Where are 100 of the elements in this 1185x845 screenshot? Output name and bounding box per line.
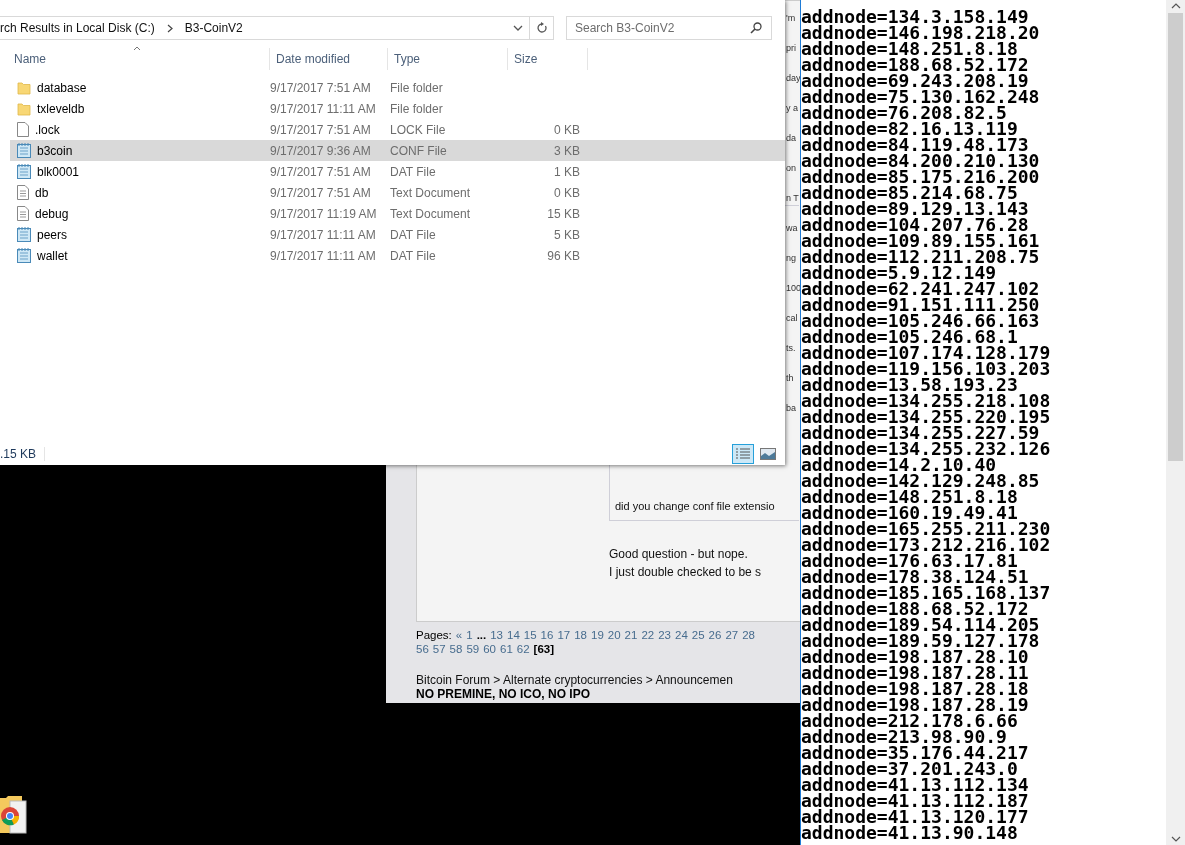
- date-cell-text: 9/17/2017 7:51 AM: [270, 122, 372, 137]
- notepad-file-icon: [17, 227, 31, 242]
- reply-text: Good question - but nope.: [609, 546, 749, 563]
- image-icon: [760, 448, 776, 460]
- text-line: addnode=91.151.111.250: [801, 297, 1040, 313]
- page-link[interactable]: 1: [466, 628, 473, 642]
- text-line: addnode=173.212.216.102: [801, 537, 1051, 553]
- text-line: addnode=84.200.210.130: [801, 153, 1040, 169]
- size-cell: 15 KB: [547, 206, 580, 221]
- file-name: database: [37, 80, 87, 95]
- file-row[interactable]: wallet 9/17/2017 11:11 AM DAT File 96 KB: [10, 245, 785, 266]
- text-line: addnode=134.255.218.108: [801, 393, 1051, 409]
- page-link[interactable]: 19: [591, 628, 604, 642]
- forum-breadcrumb[interactable]: Bitcoin Forum > Alternate cryptocurrencies > Announcemen: [416, 673, 733, 687]
- file-row[interactable]: b3coin 9/17/2017 9:36 AM CONF File 3 KB: [10, 140, 785, 161]
- page-link[interactable]: 14: [507, 628, 520, 642]
- column-header[interactable]: Date modified: [270, 48, 388, 70]
- text-line: addnode=142.129.248.85: [801, 473, 1040, 489]
- page-link[interactable]: 60: [483, 642, 496, 656]
- file-row[interactable]: db 9/17/2017 7:51 AM Text Document 0 KB: [10, 182, 785, 203]
- file-row[interactable]: blk0001 9/17/2017 7:51 AM DAT File 1 KB: [10, 161, 785, 182]
- text-line: addnode=146.198.218.20: [801, 25, 1040, 41]
- page-link[interactable]: 13: [490, 628, 503, 642]
- scrollbar[interactable]: [1166, 0, 1185, 845]
- page-ellipsis: ...: [476, 628, 487, 642]
- page-link[interactable]: 20: [607, 628, 621, 642]
- text-line: addnode=14.2.10.40: [801, 457, 997, 473]
- file-name: peers: [37, 227, 68, 242]
- text-line: addnode=160.19.49.41: [801, 505, 1018, 521]
- file-name: debug: [35, 206, 69, 221]
- scroll-down-icon[interactable]: [1170, 836, 1181, 842]
- notepad-file-icon: [17, 143, 31, 158]
- text-line: addnode=13.58.193.23: [801, 377, 1018, 393]
- text-file-icon: [17, 185, 29, 200]
- page-link[interactable]: 27: [725, 628, 739, 642]
- file-row[interactable]: peers 9/17/2017 11:11 AM DAT File 5 KB: [10, 224, 785, 245]
- text-line: addnode=148.251.8.18: [801, 41, 1018, 57]
- page-link[interactable]: 21: [624, 628, 638, 642]
- text-line: addnode=213.98.90.9: [801, 729, 1007, 745]
- size-cell: 0 KB: [554, 185, 580, 200]
- text-line: addnode=105.246.68.1: [801, 329, 1018, 345]
- column-header[interactable]: Type: [388, 48, 508, 70]
- text-line: addnode=89.129.13.143: [801, 201, 1029, 217]
- breadcrumb-item[interactable]: rch Results in Local Disk (C:): [0, 21, 155, 35]
- page-link[interactable]: 23: [658, 628, 671, 642]
- text-line: addnode=212.178.6.66: [801, 713, 1018, 729]
- text-line: addnode=104.207.76.28: [801, 217, 1029, 233]
- text-line: addnode=188.68.52.172: [801, 601, 1029, 617]
- page-link[interactable]: 57: [432, 642, 446, 656]
- type-cell-text: CONF File: [390, 143, 448, 158]
- page-link[interactable]: «: [455, 628, 463, 642]
- page-link[interactable]: 22: [641, 628, 655, 642]
- page-link[interactable]: 24: [675, 628, 688, 642]
- search-field[interactable]: Search B3-CoinV2: [566, 16, 772, 40]
- scroll-up-icon[interactable]: [1170, 3, 1181, 9]
- text-line: addnode=41.13.90.148: [801, 825, 1018, 841]
- column-header[interactable]: Name: [0, 48, 270, 70]
- text-file-icon: [17, 206, 29, 221]
- list-icon: [735, 447, 751, 461]
- date-cell-text: 9/17/2017 11:19 AM: [270, 206, 378, 221]
- text-line: addnode=41.13.112.134: [801, 777, 1029, 793]
- breadcrumb-item[interactable]: B3-CoinV2: [184, 21, 243, 35]
- pages-label: Pages:: [416, 628, 452, 642]
- scroll-thumb[interactable]: [1168, 13, 1183, 461]
- file-row[interactable]: debug 9/17/2017 11:19 AM Text Document 15 KB: [10, 203, 785, 224]
- page-link[interactable]: 28: [742, 628, 755, 642]
- column-header[interactable]: Size: [508, 48, 588, 70]
- page-link[interactable]: 25: [691, 628, 705, 642]
- page-link[interactable]: 62: [516, 642, 530, 656]
- page-link[interactable]: 61: [500, 642, 513, 656]
- text-line: addnode=198.187.28.19: [801, 697, 1029, 713]
- text-line: addnode=148.251.8.18: [801, 489, 1018, 505]
- text-fragment: da: [786, 132, 797, 145]
- text-line: addnode=85.214.68.75: [801, 185, 1018, 201]
- reply-text: I just double checked to be s: [609, 564, 762, 581]
- text-line: addnode=198.187.28.10: [801, 649, 1029, 665]
- text-line: addnode=134.255.232.126: [801, 441, 1051, 457]
- page-link[interactable]: 16: [540, 628, 554, 642]
- page-link[interactable]: 56: [416, 642, 429, 656]
- text-fragment: ts.: [786, 342, 797, 355]
- file-row[interactable]: .lock 9/17/2017 7:51 AM LOCK File 0 KB: [10, 119, 785, 140]
- page-link[interactable]: 17: [557, 628, 571, 642]
- folder-icon[interactable]: [0, 795, 28, 835]
- dropdown-icon[interactable]: [513, 25, 523, 31]
- text-line: addnode=75.130.162.248: [801, 89, 1040, 105]
- address-bar[interactable]: rch Results in Local Disk (C:) B3-CoinV2: [0, 16, 530, 40]
- page-link[interactable]: 15: [523, 628, 537, 642]
- file-name: txleveldb: [37, 101, 85, 116]
- sort-caret-icon: [133, 46, 141, 51]
- page-link[interactable]: 58: [449, 642, 463, 656]
- file-row[interactable]: txleveldb 9/17/2017 11:11 AM File folder: [10, 98, 785, 119]
- text-fragment: ng: [786, 252, 797, 265]
- refresh-button[interactable]: [530, 16, 554, 40]
- page-link[interactable]: 59: [466, 642, 480, 656]
- page-link[interactable]: 18: [574, 628, 587, 642]
- file-row[interactable]: database 9/17/2017 7:51 AM File folder: [10, 77, 785, 98]
- text-line: addnode=107.174.128.179: [801, 345, 1051, 361]
- refresh-icon: [535, 22, 548, 34]
- page-link[interactable]: 26: [708, 628, 722, 642]
- file-name: db: [35, 185, 49, 200]
